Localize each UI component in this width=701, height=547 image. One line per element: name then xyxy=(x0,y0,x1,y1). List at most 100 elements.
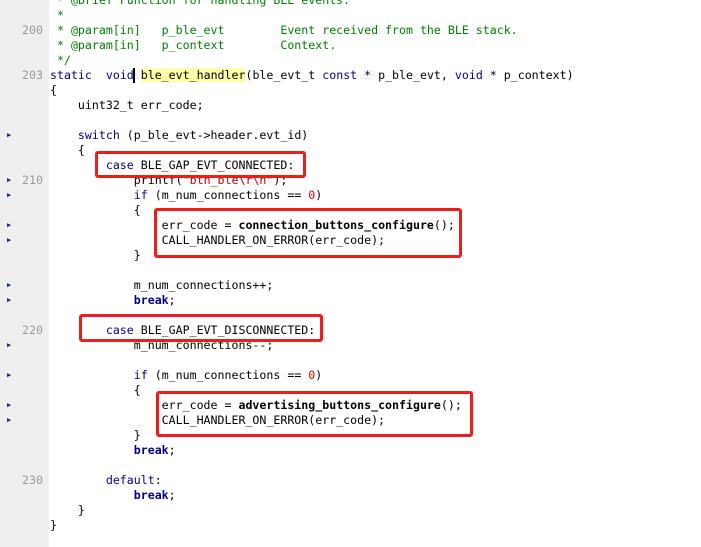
collapse-arrow-icon[interactable]: ▶ xyxy=(7,218,11,233)
code-token: ; xyxy=(168,443,176,457)
code-text: * @param[in] p_ble_evt Event received fr… xyxy=(50,23,518,38)
code-token: advertising_buttons_configure xyxy=(238,398,441,412)
code-text: m_num_connections--; xyxy=(50,338,274,353)
code-line[interactable] xyxy=(0,263,701,278)
code-line[interactable]: ▶ if (m_num_connections == 0) xyxy=(0,188,701,203)
code-line[interactable] xyxy=(0,458,701,473)
code-text: case BLE_GAP_EVT_DISCONNECTED: xyxy=(50,323,315,338)
code-token: void xyxy=(105,68,134,82)
code-line[interactable]: break; xyxy=(0,443,701,458)
code-line[interactable]: ▶ err_code = advertising_buttons_configu… xyxy=(0,398,701,413)
code-token: * xyxy=(50,8,64,22)
line-number: 220 xyxy=(22,323,43,337)
code-line[interactable]: ▶ m_num_connections--; xyxy=(0,338,701,353)
code-token: (m_num_connections == xyxy=(147,188,309,202)
code-token: break xyxy=(133,443,169,457)
code-token: ) xyxy=(315,368,323,382)
code-token: CALL_HANDLER_ON_ERROR(err_code); xyxy=(50,233,386,247)
code-line[interactable]: 203 static void ble_evt_handler(ble_evt_t… xyxy=(0,68,701,83)
collapse-arrow-icon[interactable]: ▶ xyxy=(7,413,11,428)
code-line[interactable]: */ xyxy=(0,53,701,68)
code-token: : xyxy=(154,473,162,487)
code-line[interactable]: * xyxy=(0,8,701,23)
code-line[interactable]: ▶ m_num_connections++; xyxy=(0,278,701,293)
code-line[interactable]: * @param[in] p_context Context. xyxy=(0,38,701,53)
code-text: } xyxy=(50,428,141,443)
code-line[interactable]: ▶ break; xyxy=(0,293,701,308)
code-line[interactable]: { xyxy=(0,143,701,158)
collapse-arrow-icon[interactable]: ▶ xyxy=(7,173,11,188)
code-line[interactable]: 200 * @param[in] p_ble_evt Event receive… xyxy=(0,23,701,38)
code-text: CALL_HANDLER_ON_ERROR(err_code); xyxy=(50,413,385,428)
collapse-arrow-icon[interactable]: ▶ xyxy=(7,293,11,308)
code-line[interactable]: ▶ switch (p_ble_evt->header.evt_id) xyxy=(0,128,701,143)
code-token: { xyxy=(50,203,141,217)
text-cursor xyxy=(133,68,135,83)
code-text: CALL_HANDLER_ON_ERROR(err_code); xyxy=(50,233,385,248)
code-line[interactable]: { xyxy=(0,383,701,398)
code-token: err_code = xyxy=(50,218,239,232)
code-token: } xyxy=(50,518,57,532)
code-line[interactable]: 230 default: xyxy=(0,473,701,488)
code-line[interactable]: { xyxy=(0,83,701,98)
code-token: * @param[in] p_ble_evt Event received fr… xyxy=(50,23,518,37)
code-line[interactable]: * @brief Function for handling BLE event… xyxy=(0,0,701,8)
code-line[interactable] xyxy=(0,113,701,128)
code-token: break xyxy=(133,488,169,502)
code-line[interactable] xyxy=(0,353,701,368)
code-line[interactable]: } xyxy=(0,428,701,443)
code-token: (m_num_connections == xyxy=(147,368,309,382)
code-token: const xyxy=(322,68,358,82)
code-line[interactable]: ▶ CALL_HANDLER_ON_ERROR(err_code); xyxy=(0,413,701,428)
line-number: 200 xyxy=(22,23,43,37)
code-text: * @brief Function for handling BLE event… xyxy=(50,0,350,8)
code-token: default xyxy=(105,473,155,487)
code-line[interactable]: case BLE_GAP_EVT_CONNECTED: xyxy=(0,158,701,173)
code-line[interactable]: } xyxy=(0,503,701,518)
code-token: { xyxy=(50,143,85,157)
code-token: m_num_connections--; xyxy=(50,338,274,352)
code-line[interactable]: 220 case BLE_GAP_EVT_DISCONNECTED: xyxy=(0,323,701,338)
code-token: ) xyxy=(315,188,323,202)
collapse-arrow-icon[interactable]: ▶ xyxy=(7,188,11,203)
code-line[interactable]: } xyxy=(0,518,701,533)
code-text: m_num_connections++; xyxy=(50,278,274,293)
code-line[interactable]: 210 ▶ printf("bth_ble\r\n"); xyxy=(0,173,701,188)
collapse-arrow-icon[interactable]: ▶ xyxy=(7,233,11,248)
code-token: static xyxy=(50,68,92,82)
code-line[interactable]: ▶ if (m_num_connections == 0) xyxy=(0,368,701,383)
code-line[interactable]: break; xyxy=(0,488,701,503)
code-text: */ xyxy=(50,53,71,68)
code-token: case xyxy=(105,158,134,172)
code-token: if xyxy=(133,368,148,382)
code-token: */ xyxy=(50,53,71,67)
code-line[interactable]: uint32_t err_code; xyxy=(0,98,701,113)
collapse-arrow-icon[interactable]: ▶ xyxy=(7,128,11,143)
code-line[interactable]: ▶ err_code = connection_buttons_configur… xyxy=(0,218,701,233)
code-line[interactable]: ▶ CALL_HANDLER_ON_ERROR(err_code); xyxy=(0,233,701,248)
collapse-arrow-icon[interactable]: ▶ xyxy=(7,278,11,293)
code-text: { xyxy=(50,83,57,98)
code-line[interactable] xyxy=(0,308,701,323)
collapse-arrow-icon[interactable]: ▶ xyxy=(7,338,11,353)
code-line[interactable]: } xyxy=(0,248,701,263)
code-text: break; xyxy=(50,488,176,503)
code-text: err_code = advertising_buttons_configure… xyxy=(50,398,462,413)
collapse-arrow-icon[interactable]: ▶ xyxy=(7,368,11,383)
code-token: uint32_t err_code; xyxy=(50,98,204,112)
code-line[interactable]: { xyxy=(0,203,701,218)
code-token: break xyxy=(133,293,169,307)
code-token: case xyxy=(105,323,134,337)
collapse-arrow-icon[interactable]: ▶ xyxy=(7,398,11,413)
code-token: (ble_evt_t xyxy=(245,68,323,82)
code-token: * p_ble_evt, xyxy=(357,68,455,82)
code-token: ; xyxy=(168,293,176,307)
code-text: case BLE_GAP_EVT_CONNECTED: xyxy=(50,158,294,173)
highlighted-identifier: ble_evt_handler xyxy=(140,68,246,82)
code-token: BLE_GAP_EVT_CONNECTED: xyxy=(133,158,295,172)
code-text: { xyxy=(50,203,141,218)
